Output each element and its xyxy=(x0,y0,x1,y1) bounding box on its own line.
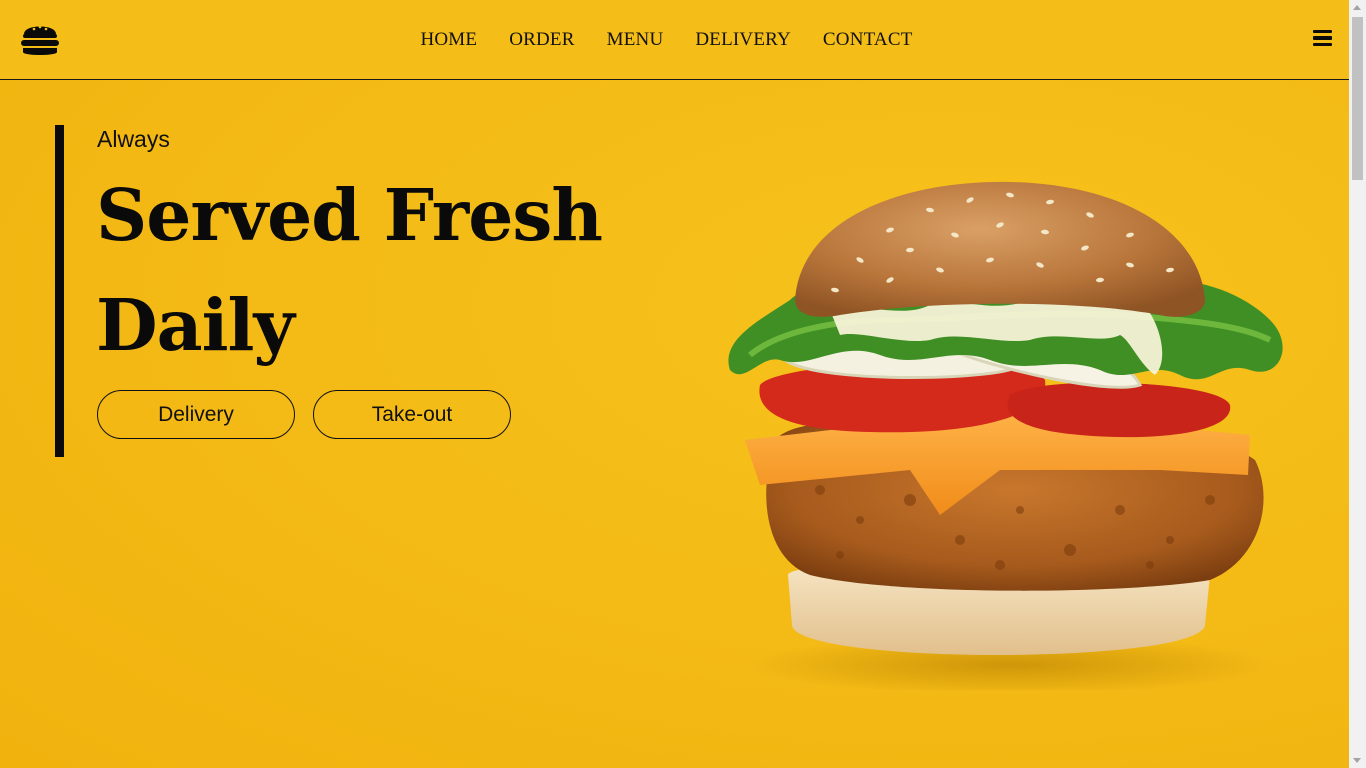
page-scrollbar[interactable] xyxy=(1349,0,1366,768)
nav-item-home[interactable]: HOME xyxy=(420,30,477,50)
nav-item-order[interactable]: ORDER xyxy=(509,30,574,50)
hero-kicker: Always xyxy=(97,126,170,152)
nav-item-delivery[interactable]: DELIVERY xyxy=(695,30,791,50)
scroll-thumb[interactable] xyxy=(1352,17,1363,180)
scroll-down-arrow-icon[interactable] xyxy=(1353,758,1361,763)
takeout-button[interactable]: Take-out xyxy=(313,390,511,439)
burger-image xyxy=(728,181,1283,690)
main-nav: HOME ORDER MENU DELIVERY CONTACT xyxy=(0,30,1349,50)
page: HOME ORDER MENU DELIVERY CONTACT Always … xyxy=(0,0,1349,768)
scroll-up-arrow-icon[interactable] xyxy=(1353,5,1361,10)
accent-bar xyxy=(55,125,64,457)
delivery-button[interactable]: Delivery xyxy=(97,390,295,439)
nav-item-contact[interactable]: CONTACT xyxy=(823,30,913,50)
hero-headline: Served Fresh Daily xyxy=(96,160,716,380)
hero-headline-line1: Served Fresh xyxy=(96,173,603,257)
hero-headline-line2: Daily xyxy=(96,283,295,367)
nav-item-menu[interactable]: MENU xyxy=(607,30,664,50)
hamburger-menu-icon[interactable] xyxy=(1313,29,1332,47)
site-header: HOME ORDER MENU DELIVERY CONTACT xyxy=(0,0,1349,80)
